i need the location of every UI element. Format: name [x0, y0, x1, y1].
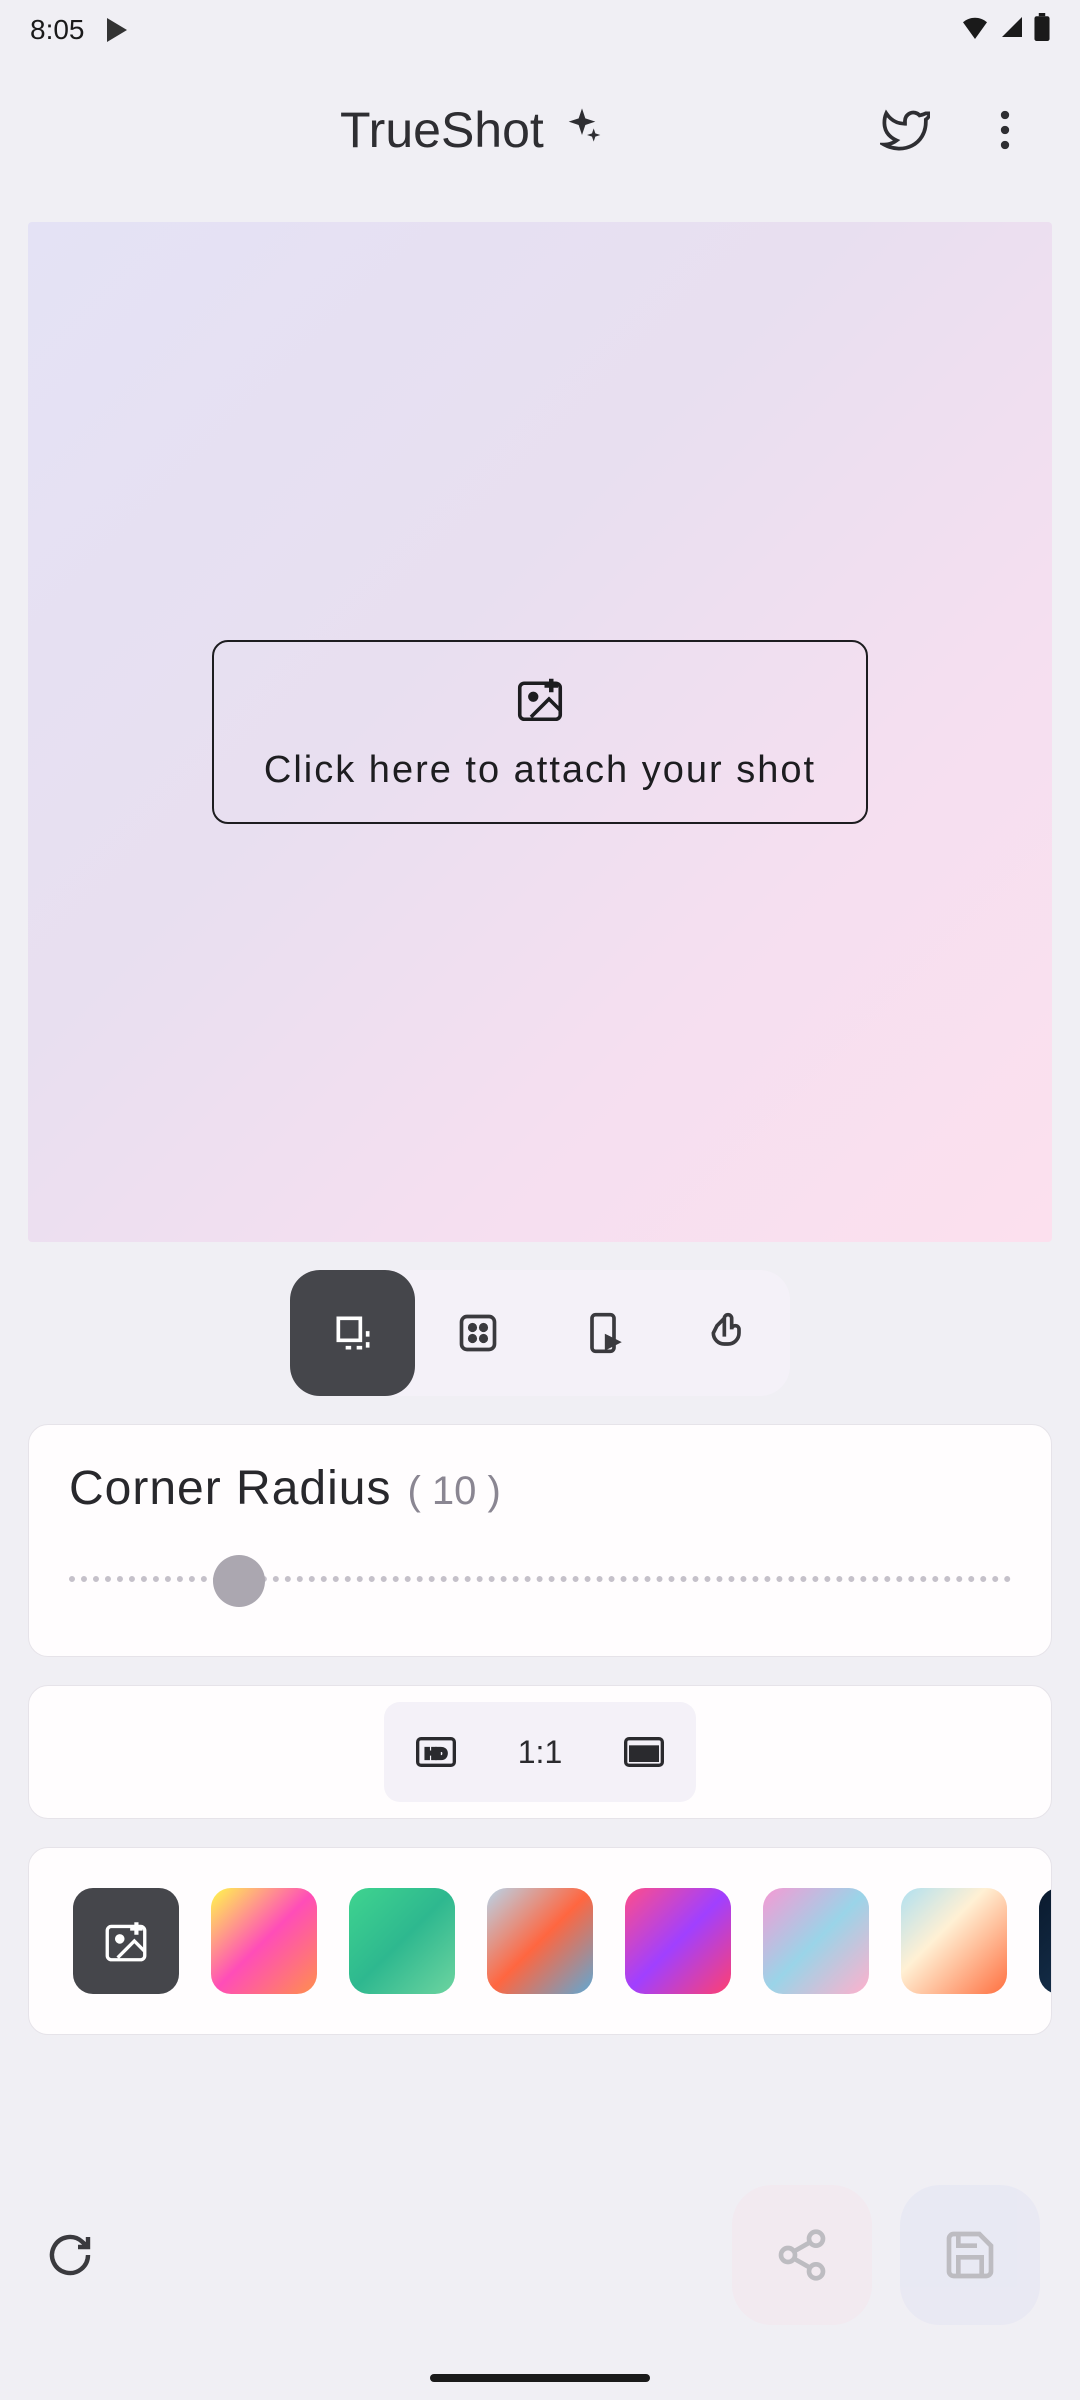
twitter-button[interactable] — [870, 95, 940, 165]
aspect-wide[interactable] — [592, 1702, 696, 1802]
aspect-1-1[interactable]: 1:1 — [488, 1702, 592, 1802]
tool-tabs — [290, 1270, 790, 1396]
attach-label: Click here to attach your shot — [264, 749, 816, 792]
signal-icon — [1000, 14, 1024, 46]
canvas-area: Click here to attach your shot — [28, 222, 1052, 1242]
frame-tool-tab[interactable] — [290, 1270, 415, 1396]
grid-tool-tab[interactable] — [415, 1270, 540, 1396]
touch-tool-tab[interactable] — [665, 1270, 790, 1396]
sparkle-icon — [562, 105, 602, 156]
attach-shot-button[interactable]: Click here to attach your shot — [212, 640, 868, 824]
corner-radius-panel: Corner Radius ( 10 ) — [28, 1424, 1052, 1657]
bg-swatch-1[interactable] — [211, 1888, 317, 1994]
refresh-button[interactable] — [40, 2225, 100, 2285]
nav-bar[interactable] — [430, 2374, 650, 2382]
battery-icon — [1034, 13, 1050, 48]
bg-swatch-3[interactable] — [487, 1888, 593, 1994]
add-background-button[interactable] — [73, 1888, 179, 1994]
bg-swatch-2[interactable] — [349, 1888, 455, 1994]
app-header: TrueShot — [0, 60, 1080, 200]
aspect-1-1-label: 1:1 — [518, 1734, 562, 1771]
status-time: 8:05 — [30, 14, 85, 46]
bg-swatch-5[interactable] — [763, 1888, 869, 1994]
aspect-hd[interactable]: HD — [384, 1702, 488, 1802]
bg-swatch-6[interactable] — [901, 1888, 1007, 1994]
bg-swatch-7[interactable] — [1039, 1888, 1052, 1994]
status-bar: 8:05 — [0, 0, 1080, 60]
corner-radius-label: Corner Radius — [69, 1461, 391, 1516]
corner-radius-slider[interactable] — [69, 1556, 1011, 1606]
svg-text:HD: HD — [425, 1746, 447, 1763]
wifi-icon — [960, 14, 990, 46]
add-image-icon — [513, 672, 567, 731]
slider-track — [69, 1576, 1011, 1586]
corner-radius-value: ( 10 ) — [407, 1469, 500, 1514]
bottom-bar — [0, 2180, 1080, 2330]
play-store-icon — [107, 18, 127, 42]
share-button[interactable] — [732, 2185, 872, 2325]
slider-thumb[interactable] — [213, 1555, 265, 1607]
more-button[interactable] — [970, 95, 1040, 165]
save-button[interactable] — [900, 2185, 1040, 2325]
background-panel — [28, 1847, 1052, 2035]
app-title: TrueShot — [340, 101, 544, 159]
device-tool-tab[interactable] — [540, 1270, 665, 1396]
bg-swatch-4[interactable] — [625, 1888, 731, 1994]
aspect-ratio-panel: HD 1:1 — [28, 1685, 1052, 1819]
